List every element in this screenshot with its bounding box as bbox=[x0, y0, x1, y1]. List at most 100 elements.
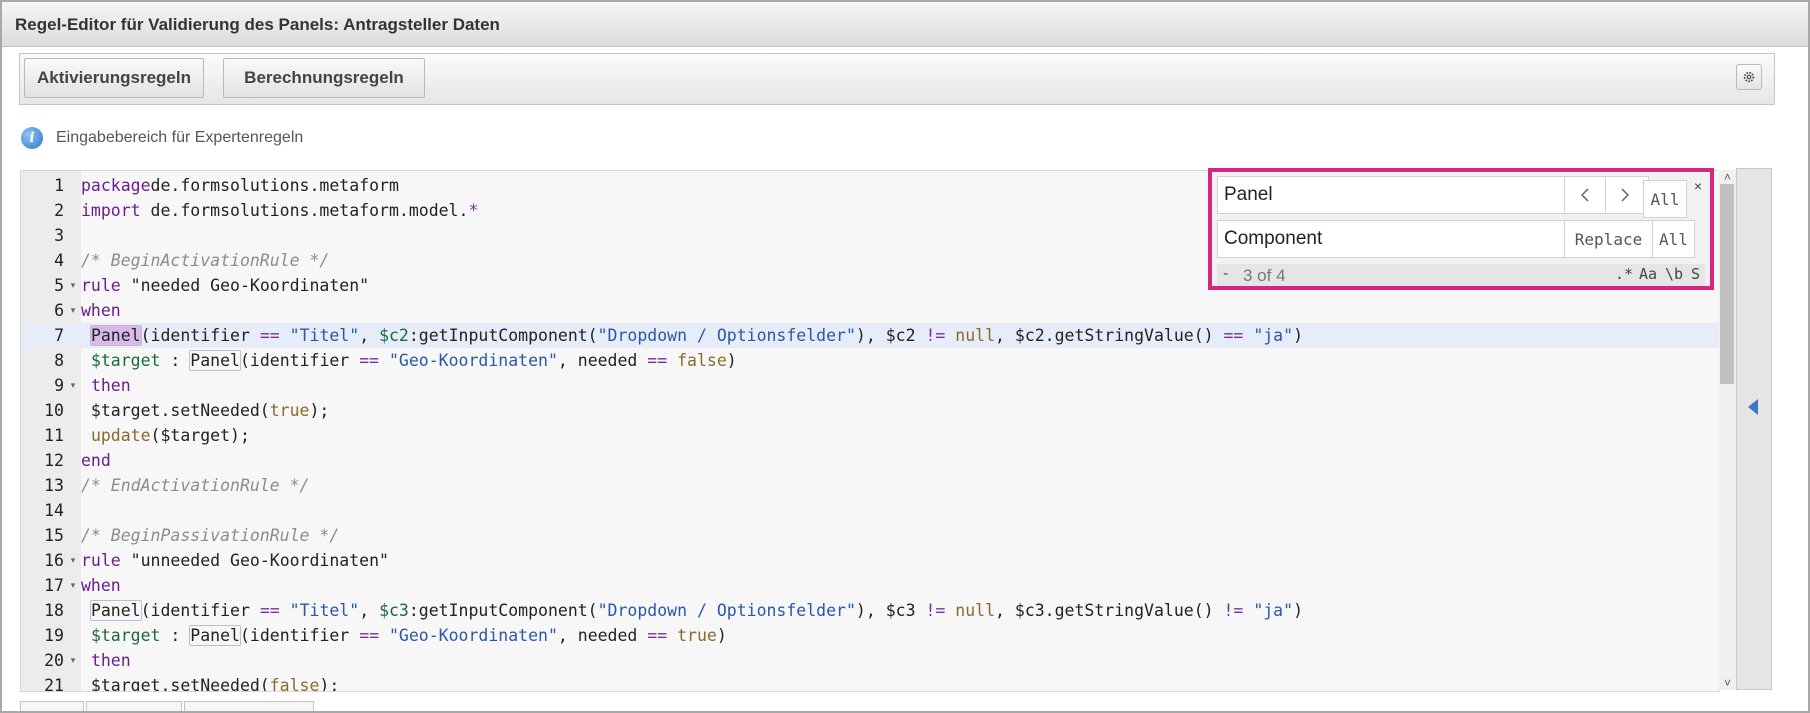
fold-toggle-icon[interactable]: ▾ bbox=[67, 648, 79, 673]
code-text: import de.formsolutions.metaform.model.* bbox=[81, 201, 479, 220]
info-icon: i bbox=[21, 127, 43, 149]
code-line[interactable]: 12 end bbox=[21, 448, 1719, 473]
code-text: then bbox=[90, 376, 131, 395]
chevron-right-icon bbox=[1620, 188, 1629, 202]
code-text: rule "needed Geo-Koordinaten" bbox=[81, 276, 370, 295]
replace-button[interactable]: Replace bbox=[1564, 221, 1652, 257]
line-number: 8 bbox=[54, 351, 64, 370]
code-text: $target.setNeeded(true); bbox=[81, 401, 330, 420]
find-all-button[interactable]: All bbox=[1643, 180, 1687, 218]
code-text: when bbox=[81, 301, 121, 320]
close-search-icon[interactable]: × bbox=[1694, 178, 1702, 194]
current-search-match: Panel bbox=[89, 325, 142, 346]
code-line[interactable]: 18 Panel(identifier == "Titel", $c3:getI… bbox=[21, 598, 1719, 623]
rule-editor-window: Regel-Editor für Validierung des Panels:… bbox=[0, 0, 1810, 713]
code-line[interactable]: 15 /* BeginPassivationRule */ bbox=[21, 523, 1719, 548]
regex-toggle[interactable]: .* bbox=[1615, 265, 1633, 283]
code-line[interactable]: 19 $target : Panel(identifier == "Geo-Ko… bbox=[21, 623, 1719, 648]
line-number: 12 bbox=[44, 451, 64, 470]
replace-row: Component Replace All bbox=[1217, 220, 1695, 258]
editor-scrollbar[interactable]: ˄ ˅ bbox=[1719, 170, 1736, 690]
fold-toggle-icon[interactable]: ▾ bbox=[67, 548, 79, 573]
match-counter: 3 of 4 bbox=[1243, 266, 1286, 285]
code-line[interactable]: 14 bbox=[21, 498, 1719, 523]
code-line[interactable]: 11 update($target); bbox=[21, 423, 1719, 448]
line-number: 5 bbox=[54, 276, 64, 295]
scroll-down-icon[interactable]: ˅ bbox=[1719, 676, 1736, 690]
code-text: $target : Panel(identifier == "Geo-Koord… bbox=[90, 350, 737, 371]
line-number: 1 bbox=[54, 176, 64, 195]
find-replace-panel: Panel All × Component Replace All - 3 of… bbox=[1208, 168, 1714, 290]
fold-toggle-icon[interactable]: ▾ bbox=[67, 273, 79, 298]
find-prev-button[interactable] bbox=[1564, 177, 1605, 213]
fold-toggle-icon[interactable]: ▾ bbox=[67, 573, 79, 598]
line-number: 13 bbox=[44, 476, 64, 495]
code-text: when bbox=[81, 576, 121, 595]
bottom-tab[interactable] bbox=[184, 701, 314, 711]
code-text: end bbox=[81, 451, 111, 470]
code-line[interactable]: 8 $target : Panel(identifier == "Geo-Koo… bbox=[21, 348, 1719, 373]
code-line[interactable]: 10 $target.setNeeded(true); bbox=[21, 398, 1719, 423]
code-text: packagede.formsolutions.metaform bbox=[81, 176, 399, 195]
line-number: 17 bbox=[44, 576, 64, 595]
replace-input[interactable]: Component bbox=[1218, 221, 1564, 257]
code-text: Panel(identifier == "Titel", $c2:getInpu… bbox=[89, 325, 1303, 346]
calculation-rules-button[interactable]: Berechnungsregeln bbox=[223, 58, 425, 98]
line-number: 19 bbox=[44, 626, 64, 645]
gear-icon bbox=[1743, 71, 1755, 83]
code-line[interactable]: 9 ▾ then bbox=[21, 373, 1719, 398]
search-status-bar: - 3 of 4 .* Aa \b S bbox=[1217, 264, 1705, 286]
code-text: /* BeginPassivationRule */ bbox=[81, 526, 340, 545]
fold-toggle-icon[interactable]: ▾ bbox=[67, 373, 79, 398]
code-line[interactable]: 20 ▾ then bbox=[21, 648, 1719, 673]
code-text: rule "unneeded Geo-Koordinaten" bbox=[81, 551, 389, 570]
code-text: /* BeginActivationRule */ bbox=[81, 251, 330, 270]
line-number: 16 bbox=[44, 551, 64, 570]
fold-toggle-icon[interactable]: ▾ bbox=[67, 298, 79, 323]
scroll-up-icon[interactable]: ˄ bbox=[1719, 170, 1736, 184]
code-line[interactable]: 17 ▾ when bbox=[21, 573, 1719, 598]
expand-panel-icon[interactable] bbox=[1748, 399, 1758, 415]
settings-button[interactable] bbox=[1736, 64, 1762, 90]
window-title: Regel-Editor für Validierung des Panels:… bbox=[15, 15, 500, 34]
line-number: 3 bbox=[54, 226, 64, 245]
replace-all-button[interactable]: All bbox=[1652, 221, 1694, 257]
code-line[interactable]: 16 ▾ rule "unneeded Geo-Koordinaten" bbox=[21, 548, 1719, 573]
line-number: 15 bbox=[44, 526, 64, 545]
whole-word-toggle[interactable]: \b bbox=[1665, 265, 1683, 283]
line-number: 10 bbox=[44, 401, 64, 420]
line-number: 2 bbox=[54, 201, 64, 220]
code-line[interactable]: 7 Panel(identifier == "Titel", $c2:getIn… bbox=[21, 323, 1719, 348]
search-match: Panel bbox=[189, 350, 241, 371]
line-number: 20 bbox=[44, 651, 64, 670]
scrollbar-thumb[interactable] bbox=[1720, 184, 1734, 384]
activation-rules-button[interactable]: Aktivierungsregeln bbox=[24, 58, 204, 98]
code-line[interactable]: 21 $target.setNeeded(false); bbox=[21, 673, 1719, 692]
bottom-tab[interactable] bbox=[86, 701, 182, 711]
line-number: 6 bbox=[54, 301, 64, 320]
bottom-tab[interactable] bbox=[20, 701, 84, 711]
line-number: 7 bbox=[54, 326, 64, 345]
info-row: i Eingabebereich für Expertenregeln bbox=[21, 127, 303, 149]
line-number: 14 bbox=[44, 501, 64, 520]
line-number: 9 bbox=[54, 376, 64, 395]
code-text: Panel(identifier == "Titel", $c3:getInpu… bbox=[89, 600, 1303, 621]
toolbar: Aktivierungsregeln Berechnungsregeln bbox=[19, 53, 1775, 105]
line-number: 21 bbox=[44, 676, 64, 692]
code-text: $target.setNeeded(false); bbox=[81, 676, 340, 692]
chevron-left-icon bbox=[1580, 188, 1589, 202]
find-row: Panel bbox=[1217, 176, 1649, 214]
line-number: 18 bbox=[44, 601, 64, 620]
title-bar: Regel-Editor für Validierung des Panels:… bbox=[2, 2, 1808, 47]
side-panel bbox=[1736, 168, 1772, 690]
find-next-button[interactable] bbox=[1605, 177, 1643, 213]
case-sensitive-toggle[interactable]: Aa bbox=[1639, 265, 1657, 283]
line-number: 4 bbox=[54, 251, 64, 270]
find-input[interactable]: Panel bbox=[1218, 177, 1564, 213]
code-text: $target : Panel(identifier == "Geo-Koord… bbox=[90, 625, 727, 646]
collapse-replace-button[interactable]: - bbox=[1223, 265, 1228, 283]
in-selection-toggle[interactable]: S bbox=[1691, 265, 1700, 283]
search-match: Panel bbox=[89, 600, 142, 621]
code-line[interactable]: 6 ▾ when bbox=[21, 298, 1719, 323]
code-line[interactable]: 13 /* EndActivationRule */ bbox=[21, 473, 1719, 498]
